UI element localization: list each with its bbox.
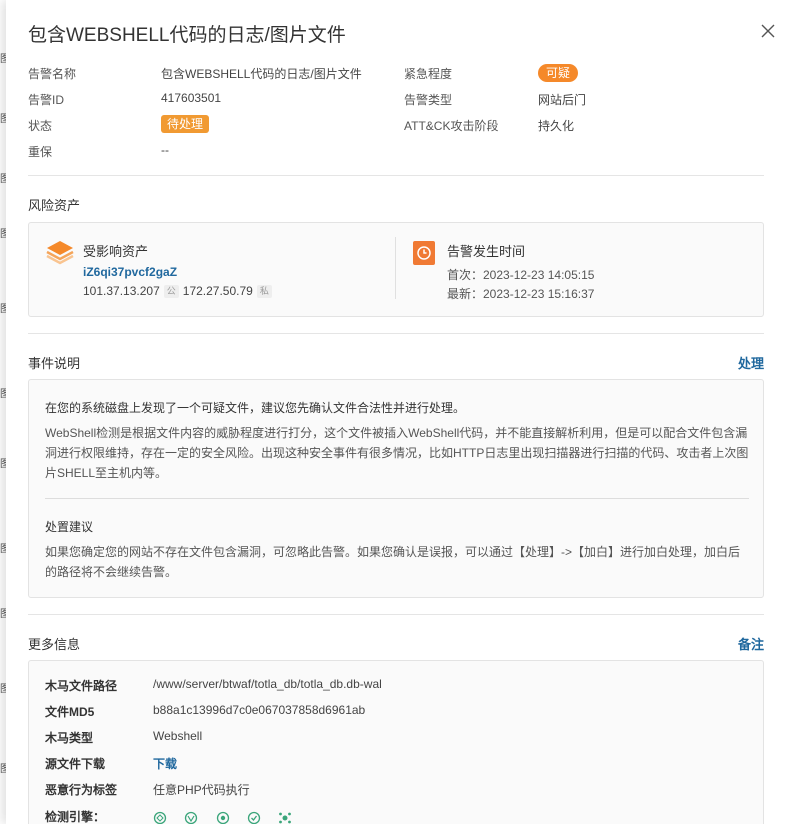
clock-icon-box — [413, 241, 435, 265]
last-time: 最新：2023-12-23 15:16:37 — [447, 287, 595, 301]
layers-icon — [46, 241, 74, 265]
affected-asset-title: 受影响资产 — [83, 244, 149, 259]
alert-name-label: 告警名称 — [28, 67, 77, 81]
alert-detail-drawer: 包含WEBSHELL代码的日志/图片文件 告警名称 包含WEBSHELL代码的日… — [6, 0, 789, 824]
close-icon — [761, 24, 775, 38]
engine-icon-2 — [184, 811, 198, 824]
event-divider — [45, 498, 749, 499]
alert-id-value: 417603501 — [161, 91, 222, 105]
info-row-path: 木马文件路径 /www/server/btwaf/totla_db/totla_… — [45, 677, 745, 697]
status-value: 待处理 — [161, 115, 210, 133]
more-info-title-text: 更多信息 — [28, 637, 81, 652]
info-row-behavior: 恶意行为标签 任意PHP代码执行 — [45, 781, 745, 801]
asset-separator — [395, 237, 396, 299]
baoxian-label: 重保 — [28, 145, 53, 159]
risk-assets-title-text: 风险资产 — [28, 198, 81, 213]
more-info-panel: 木马文件路径 /www/server/btwaf/totla_db/totla_… — [28, 660, 764, 824]
drawer-title: 包含WEBSHELL代码的日志/图片文件 — [28, 25, 346, 46]
info-row-type: 木马类型 Webshell — [45, 729, 745, 749]
engine-icon-5 — [278, 811, 292, 824]
alert-time-title: 告警发生时间 — [447, 244, 526, 259]
info-row-download: 源文件下载 下载 — [45, 755, 745, 775]
risk-assets-title: 风险资产 — [28, 195, 764, 215]
handle-link[interactable]: 处理 — [738, 353, 764, 372]
alert-name-value: 包含WEBSHELL代码的日志/图片文件 — [161, 67, 362, 81]
event-title-text: 事件说明 — [28, 356, 81, 371]
risk-assets-panel: 受影响资产 iZ6qi37pvcf2gaZ 101.37.13.207 公 172.… — [28, 222, 764, 317]
download-link[interactable]: 下载 — [153, 755, 177, 772]
urgency-value: 可疑 — [538, 64, 579, 82]
attck-label: ATT&CK攻击阶段 — [404, 119, 499, 133]
divider — [28, 614, 764, 615]
first-time: 首次：2023-12-23 14:05:15 — [447, 268, 595, 282]
engine-icon-1 — [153, 811, 167, 824]
event-description: WebShell检测是根据文件内容的威胁程度进行打分，这个文件被插入WebShe… — [45, 426, 749, 480]
meta-row: 告警名称 包含WEBSHELL代码的日志/图片文件 紧急程度 可疑 — [28, 63, 764, 83]
suggestion-text: 如果您确定您的网站不存在文件包含漏洞，可忽略此告警。如果您确认是误报，可以通过【… — [45, 545, 741, 579]
event-intro: 在您的系统磁盘上发现了一个可疑文件，建议您先确认文件合法性并进行处理。 — [45, 401, 466, 415]
divider — [28, 175, 764, 176]
asset-name-link[interactable]: iZ6qi37pvcf2gaZ — [83, 265, 177, 279]
meta-row: 重保 -- — [28, 141, 764, 161]
meta-row: 告警ID 417603501 告警类型 网站后门 — [28, 89, 764, 109]
info-row-engine: 检测引擎： — [45, 808, 745, 824]
alert-type-value: 网站后门 — [538, 93, 587, 107]
behavior-tag-value: 任意PHP代码执行 — [153, 783, 250, 797]
trojan-path-label: 木马文件路径 — [45, 679, 118, 693]
suggestion-title: 处置建议 — [45, 520, 94, 534]
public-ip-badge: 公 — [163, 285, 179, 299]
asset-ips: 101.37.13.207 公 172.27.50.79 私 — [83, 284, 276, 299]
divider — [28, 333, 764, 334]
trojan-type-label: 木马类型 — [45, 731, 94, 745]
note-link[interactable]: 备注 — [738, 634, 764, 653]
urgency-label: 紧急程度 — [404, 67, 453, 81]
engine-icon-4 — [247, 811, 261, 824]
urgency-badge: 可疑 — [538, 64, 579, 82]
baoxian-value: -- — [161, 143, 169, 157]
public-ip: 101.37.13.207 — [83, 284, 160, 298]
alert-meta: 告警名称 包含WEBSHELL代码的日志/图片文件 紧急程度 可疑 告警ID 4… — [28, 62, 764, 166]
download-label: 源文件下载 — [45, 757, 106, 771]
engine-icons — [153, 810, 306, 824]
engine-icon-3 — [216, 811, 230, 824]
event-panel: 在您的系统磁盘上发现了一个可疑文件，建议您先确认文件合法性并进行处理。 WebS… — [28, 379, 764, 598]
drawer-header: 包含WEBSHELL代码的日志/图片文件 — [6, 0, 789, 66]
more-info-title: 更多信息 备注 — [28, 634, 764, 654]
behavior-tag-label: 恶意行为标签 — [45, 783, 118, 797]
private-ip: 172.27.50.79 — [182, 284, 253, 298]
meta-row: 状态 待处理 ATT&CK攻击阶段 持久化 — [28, 115, 764, 135]
info-row-md5: 文件MD5 b88a1c13996d7c0e067037858d6961ab — [45, 703, 745, 723]
close-button[interactable] — [757, 20, 779, 42]
trojan-path-value: /www/server/btwaf/totla_db/totla_db.db-w… — [153, 677, 382, 691]
drawer-content: 告警名称 包含WEBSHELL代码的日志/图片文件 紧急程度 可疑 告警ID 4… — [28, 62, 764, 824]
status-label: 状态 — [28, 119, 53, 133]
private-ip-badge: 私 — [256, 285, 272, 299]
md5-value: b88a1c13996d7c0e067037858d6961ab — [153, 703, 366, 717]
alert-type-label: 告警类型 — [404, 93, 453, 107]
status-badge: 待处理 — [161, 115, 210, 133]
engine-label: 检测引擎： — [45, 810, 106, 824]
attck-value: 持久化 — [538, 119, 575, 133]
event-title: 事件说明 处理 — [28, 353, 764, 373]
clock-icon — [417, 246, 431, 260]
alert-id-label: 告警ID — [28, 93, 65, 107]
md5-label: 文件MD5 — [45, 705, 95, 719]
trojan-type-value: Webshell — [153, 729, 203, 743]
